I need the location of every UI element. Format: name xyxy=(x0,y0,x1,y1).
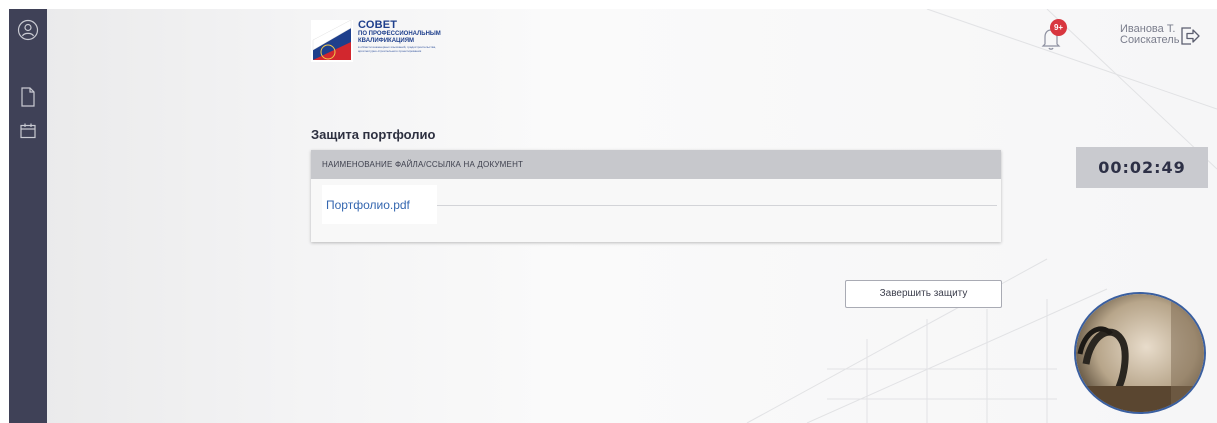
table-row: Портфолио.pdf xyxy=(322,185,437,224)
calendar-icon[interactable] xyxy=(16,119,40,143)
portfolio-file-link[interactable]: Портфолио.pdf xyxy=(326,198,410,212)
webcam-image xyxy=(1076,294,1204,412)
app-frame: СОВЕТ ПО ПРОФЕССИОНАЛЬНЫМ КВАЛИФИКАЦИЯМ … xyxy=(9,9,1217,423)
document-icon[interactable] xyxy=(16,85,40,109)
logo-line5: архитектурно-строительного проектировани… xyxy=(358,49,422,53)
row-divider xyxy=(437,205,997,206)
logo-line3: КВАЛИФИКАЦИЯМ xyxy=(358,38,415,44)
table-column-header: НАИМЕНОВАНИЕ ФАЙЛА/ССЫЛКА НА ДОКУМЕНТ xyxy=(311,150,1001,179)
logo-emblem-icon xyxy=(311,20,353,62)
council-logo[interactable]: СОВЕТ ПО ПРОФЕССИОНАЛЬНЫМ КВАЛИФИКАЦИЯМ … xyxy=(311,20,441,62)
finish-defense-button[interactable]: Завершить защиту xyxy=(845,280,1002,308)
sidebar xyxy=(9,9,47,423)
page-title: Защита портфолио xyxy=(311,127,436,142)
user-circle-icon[interactable] xyxy=(16,18,40,42)
countdown-timer: 00:02:49 xyxy=(1076,147,1208,188)
logo-line1: СОВЕТ xyxy=(358,19,398,31)
logo-line2: ПО ПРОФЕССИОНАЛЬНЫМ xyxy=(358,31,441,37)
webcam-preview[interactable] xyxy=(1076,294,1204,412)
portfolio-table: НАИМЕНОВАНИЕ ФАЙЛА/ССЫЛКА НА ДОКУМЕНТ По… xyxy=(311,150,1001,242)
notification-badge: 9+ xyxy=(1050,19,1067,36)
logout-icon[interactable] xyxy=(1179,25,1201,47)
logo-text: СОВЕТ ПО ПРОФЕССИОНАЛЬНЫМ КВАЛИФИКАЦИЯМ … xyxy=(358,19,441,54)
